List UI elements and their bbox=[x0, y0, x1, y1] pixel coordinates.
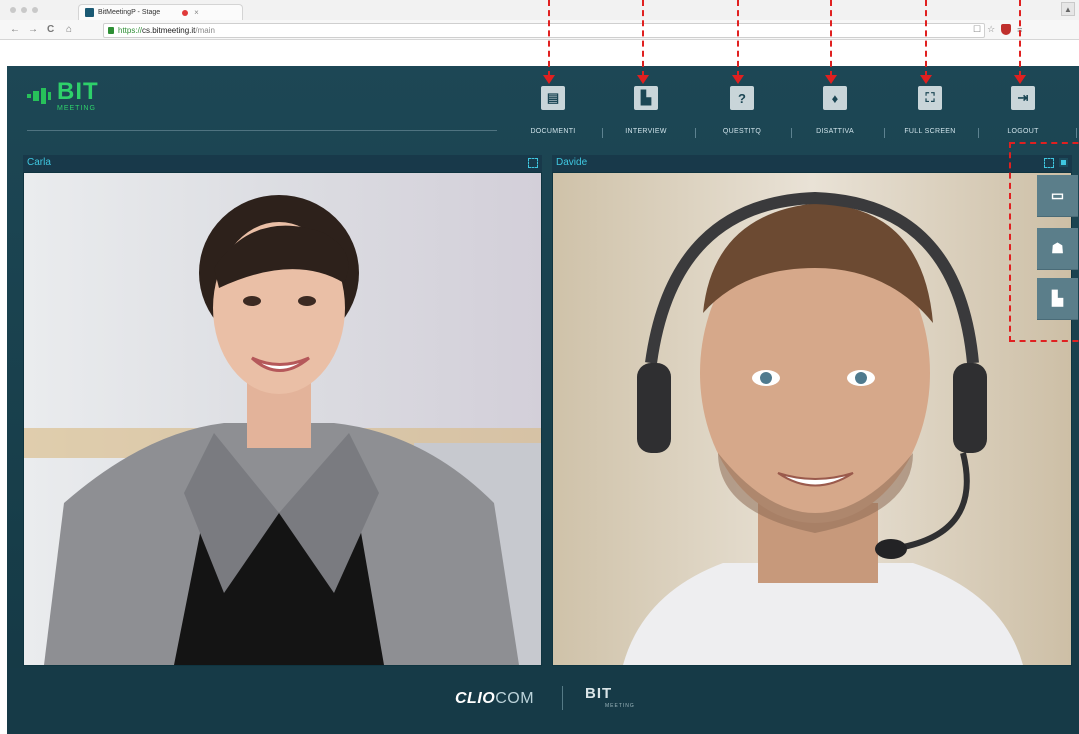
bookmark-icon[interactable]: ☐ bbox=[973, 24, 981, 35]
video-panel-header: Davide bbox=[552, 155, 1072, 172]
brand-name: BIT bbox=[57, 78, 99, 105]
annotation-arrow-icon bbox=[732, 75, 744, 84]
mute-button[interactable]: ♦ DISATTIVA bbox=[795, 86, 875, 136]
participant-name: Carla bbox=[27, 157, 51, 168]
fullscreen-button[interactable]: ⛶ FULL SCREEN bbox=[890, 86, 970, 136]
star-icon[interactable]: ☆ bbox=[987, 24, 995, 35]
annotation-box bbox=[1009, 142, 1079, 342]
interview-button[interactable]: ▙ INTERVIEW bbox=[606, 86, 686, 136]
fullscreen-toggle-icon[interactable] bbox=[528, 158, 538, 168]
lock-icon bbox=[108, 27, 114, 34]
logout-label: LOGOUT bbox=[1007, 128, 1039, 135]
address-bar: ← → C ⌂ https:// cs.bitmeeting.it /main … bbox=[0, 20, 1079, 40]
microphone-icon: ♦ bbox=[823, 86, 847, 110]
toolbar-separator bbox=[884, 128, 885, 138]
brand-logo: BIT MEETING bbox=[27, 80, 99, 112]
annotation-arrow-icon bbox=[543, 75, 555, 84]
home-button[interactable]: ⌂ bbox=[66, 23, 72, 37]
toolbar-separator bbox=[1076, 128, 1077, 138]
toolbar: ▤ DOCUMENTI ▙ INTERVIEW ? QUESTITQ ♦ DIS… bbox=[513, 86, 1079, 138]
recording-indicator-icon bbox=[182, 9, 189, 16]
window-controls[interactable] bbox=[10, 7, 38, 13]
toolbar-separator bbox=[602, 128, 603, 138]
annotation-line bbox=[642, 0, 644, 77]
url-host: cs.bitmeeting.it bbox=[142, 26, 196, 35]
video-feed bbox=[24, 173, 541, 665]
participant-video-image bbox=[553, 173, 1071, 665]
annotation-line bbox=[1019, 0, 1021, 77]
fullscreen-label: FULL SCREEN bbox=[904, 128, 956, 135]
toolbar-separator bbox=[791, 128, 792, 138]
browser-tab[interactable]: BitMeetingP - Stage × bbox=[78, 4, 243, 20]
interview-icon: ▙ bbox=[634, 86, 658, 110]
partner-logo: CLIOCOM bbox=[455, 690, 535, 707]
forward-button[interactable]: → bbox=[28, 23, 38, 37]
url-path: /main bbox=[195, 26, 215, 35]
profile-icon[interactable]: ▲ bbox=[1061, 2, 1075, 16]
browser-extensions: ☐ ☆ ≡ bbox=[973, 24, 1022, 35]
video-panel-davide: Davide bbox=[552, 155, 1072, 666]
annotation-arrow-icon bbox=[637, 75, 649, 84]
question-label: QUESTITQ bbox=[722, 128, 762, 135]
browser-tab-bar: BitMeetingP - Stage × ▲ bbox=[0, 0, 1079, 20]
annotation-line bbox=[548, 0, 550, 77]
annotation-arrow-icon bbox=[920, 75, 932, 84]
documents-icon: ▤ bbox=[541, 86, 565, 110]
participant-name: Davide bbox=[556, 157, 588, 168]
brand-subtitle: MEETING bbox=[57, 105, 96, 112]
video-panel-header: Carla bbox=[23, 155, 542, 172]
footer-divider bbox=[562, 686, 563, 710]
reload-button[interactable]: C bbox=[47, 23, 54, 37]
footer-product-subtitle: MEETING bbox=[605, 703, 635, 709]
question-button[interactable]: ? QUESTITQ bbox=[702, 86, 782, 136]
footer-product-logo: BIT bbox=[585, 685, 613, 702]
logout-button[interactable]: ⇥ LOGOUT bbox=[983, 86, 1063, 136]
fullscreen-icon: ⛶ bbox=[918, 86, 942, 110]
logo-mark-icon bbox=[27, 88, 51, 104]
shield-icon[interactable] bbox=[1001, 24, 1012, 35]
logout-icon: ⇥ bbox=[1011, 86, 1035, 110]
annotation-arrow-icon bbox=[825, 75, 837, 84]
url-input[interactable]: https:// cs.bitmeeting.it /main bbox=[103, 23, 985, 38]
back-button[interactable]: ← bbox=[10, 23, 20, 37]
question-icon: ? bbox=[730, 86, 754, 110]
tab-close-button[interactable]: × bbox=[194, 8, 199, 17]
annotation-line bbox=[737, 0, 739, 77]
video-panel-carla: Carla bbox=[23, 155, 542, 666]
documents-label: DOCUMENTI bbox=[530, 128, 576, 135]
toolbar-separator bbox=[695, 128, 696, 138]
annotation-arrow-icon bbox=[1014, 75, 1026, 84]
tab-title: BitMeetingP - Stage bbox=[98, 9, 161, 16]
mute-label: DISATTIVA bbox=[816, 128, 854, 135]
favicon-icon bbox=[85, 8, 94, 17]
footer: CLIOCOM BIT MEETING bbox=[7, 668, 1079, 734]
participant-video-image bbox=[24, 173, 541, 665]
toolbar-separator bbox=[978, 128, 979, 138]
documents-button[interactable]: ▤ DOCUMENTI bbox=[513, 86, 593, 136]
interview-label: INTERVIEW bbox=[625, 128, 667, 135]
url-scheme: https:// bbox=[118, 26, 143, 35]
annotation-line bbox=[925, 0, 927, 77]
annotation-line bbox=[830, 0, 832, 77]
video-feed bbox=[553, 173, 1071, 665]
header-divider bbox=[27, 130, 497, 131]
